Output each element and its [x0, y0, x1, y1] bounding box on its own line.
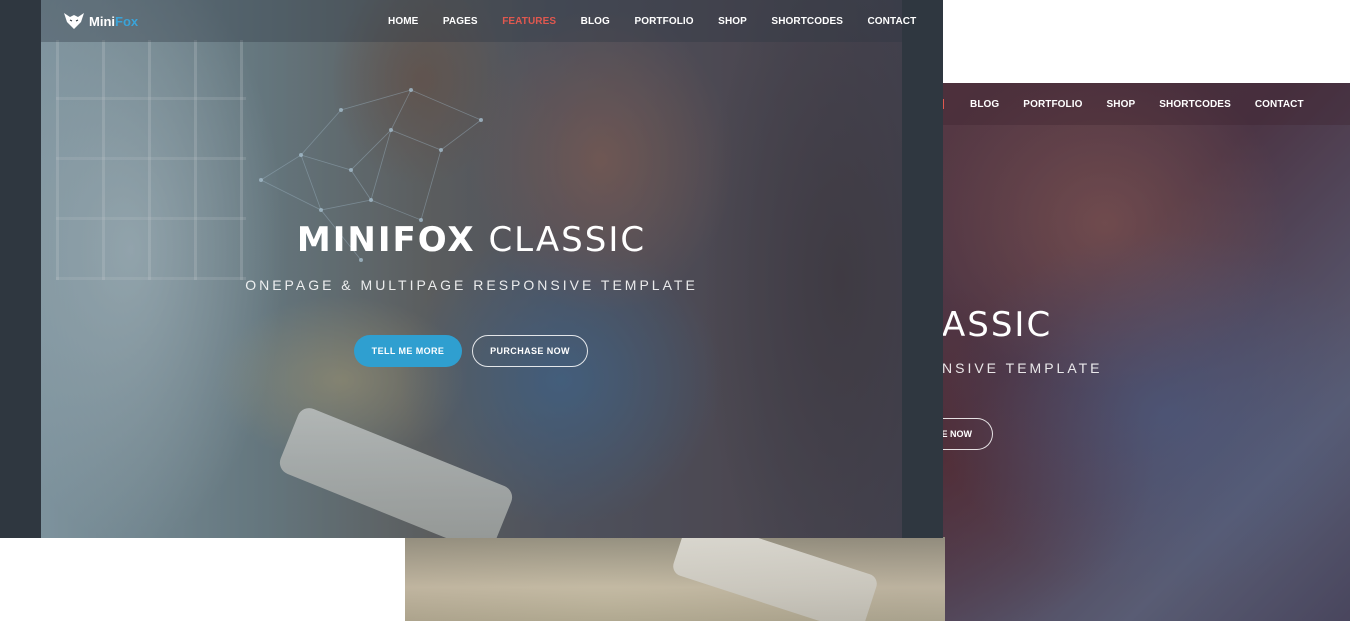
nav-list: HOME PAGES FEATURES BLOG PORTFOLIO SHOP … [388, 0, 941, 42]
fox-head-icon [64, 13, 84, 29]
hero-title-strong: MINIFOX [296, 220, 476, 260]
nav-home[interactable]: HOME [388, 16, 418, 27]
back-nav-shop[interactable]: SHOP [1107, 99, 1136, 110]
foreground-screenshot: Mini Fox HOME PAGES FEATURES BLOG PORTFOL… [0, 0, 943, 538]
nav-shortcodes[interactable]: SHORTCODES [771, 16, 843, 27]
nav-features[interactable]: FEATURES [502, 16, 556, 27]
brand-name-first: Mini [89, 13, 115, 29]
hero-subtitle: ONEPAGE & MULTIPAGE RESPONSIVE TEMPLATE [245, 277, 698, 293]
back-nav-list: BLOG PORTFOLIO SHOP SHORTCODES CONTACT [970, 83, 1328, 125]
brand-name-second: Fox [115, 13, 139, 29]
hero-title-light: CLASSIC [488, 220, 647, 260]
back-nav-contact[interactable]: CONTACT [1255, 99, 1304, 110]
nav-blog[interactable]: BLOG [581, 16, 610, 27]
nav-pages[interactable]: PAGES [443, 16, 478, 27]
nav-portfolio[interactable]: PORTFOLIO [634, 16, 693, 27]
logo[interactable]: Mini Fox [63, 10, 138, 32]
main-nav-bar: Mini Fox HOME PAGES FEATURES BLOG PORTFOL… [41, 0, 916, 42]
back-nav-portfolio[interactable]: PORTFOLIO [1023, 99, 1082, 110]
nav-contact[interactable]: CONTACT [867, 16, 916, 27]
hero-title: MINIFOX CLASSIC [41, 220, 902, 260]
tell-me-more-button[interactable]: TELL ME MORE [354, 335, 462, 367]
back-nav-blog[interactable]: BLOG [970, 99, 999, 110]
back-hero-title: ASSIC [942, 305, 1053, 345]
back-hero-subtitle: NSIVE TEMPLATE [942, 360, 1103, 376]
hero-overlay [41, 0, 902, 538]
nav-shop[interactable]: SHOP [718, 16, 747, 27]
back-nav-shortcodes[interactable]: SHORTCODES [1159, 99, 1231, 110]
purchase-now-button[interactable]: PURCHASE NOW [472, 335, 588, 367]
hero-background [41, 0, 902, 538]
